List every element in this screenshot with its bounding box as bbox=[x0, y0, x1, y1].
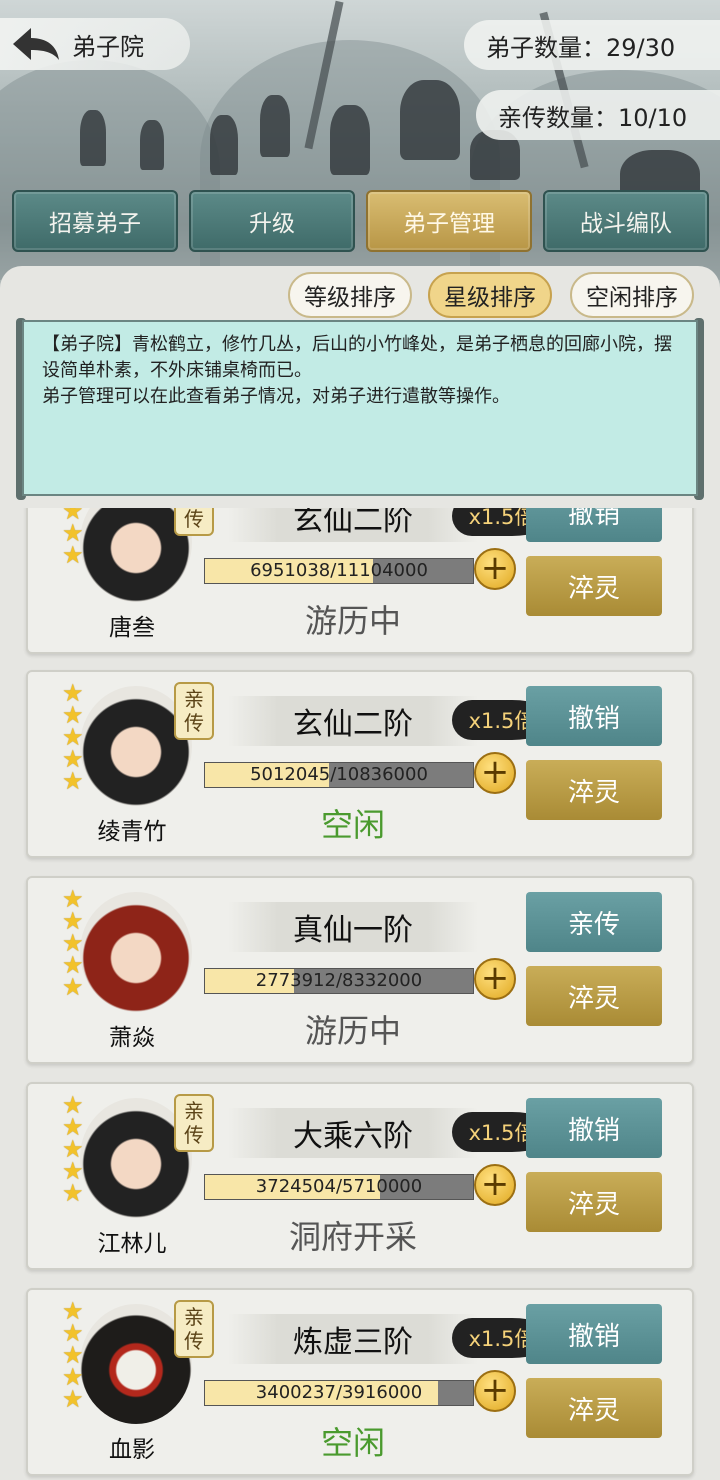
star-rating: ★★★★ bbox=[62, 508, 84, 569]
cultivation-rank: 玄仙二阶 bbox=[228, 696, 478, 746]
exp-bar: 5012045/10836000 bbox=[204, 762, 474, 788]
disciple-status: 洞府开采 bbox=[288, 1218, 417, 1256]
star-rating: ★ ★ ★ ★ ★ bbox=[62, 1091, 84, 1207]
direct-disciple-badge: 亲传 bbox=[174, 508, 214, 536]
top-bar: 弟子院 bbox=[0, 18, 190, 70]
tab-recruit[interactable]: 招募弟子 bbox=[12, 190, 178, 252]
exp-bar: 3724504/5710000 bbox=[204, 1174, 474, 1200]
sort-by-star-button[interactable]: 星级排序 bbox=[428, 272, 552, 318]
disciple-card[interactable]: ★ ★ ★ ★ ★ 亲传 绫青竹 玄仙二阶 x1.5倍 5012045/10836000… bbox=[26, 670, 694, 858]
description-text-2: 弟子管理可以在此查看弟子情况，对弟子进行遣散等操作。 bbox=[42, 386, 510, 407]
back-arrow-icon[interactable] bbox=[8, 24, 64, 64]
add-exp-icon[interactable]: + bbox=[474, 1164, 516, 1206]
tab-disciple-management[interactable]: 弟子管理 bbox=[366, 190, 532, 252]
revoke-button[interactable]: 撤销 bbox=[526, 686, 662, 746]
disciple-name: 江林儿 bbox=[97, 1231, 167, 1257]
temper-spirit-button[interactable]: 淬灵 bbox=[526, 556, 662, 616]
temper-spirit-button[interactable]: 淬灵 bbox=[526, 1378, 662, 1438]
exp-text: 3400237/3916000 bbox=[255, 1382, 423, 1403]
page-title: 弟子院 bbox=[72, 32, 144, 61]
disciple-name: 血影 bbox=[109, 1437, 155, 1463]
add-exp-icon[interactable]: + bbox=[474, 1370, 516, 1412]
cultivation-rank: 大乘六阶 bbox=[228, 1108, 478, 1158]
revoke-button[interactable]: 撤销 bbox=[526, 1098, 662, 1158]
direct-disciple-badge: 亲传 bbox=[174, 682, 214, 740]
disciple-card[interactable]: ★ ★ ★ ★ ★ 亲传 血影 炼虚三阶 x1.5倍 3400237/3916000 +… bbox=[26, 1288, 694, 1476]
cultivation-rank: 炼虚三阶 bbox=[228, 1314, 478, 1364]
add-exp-icon[interactable]: + bbox=[474, 958, 516, 1000]
description-text: 【弟子院】青松鹤立，修竹几丛，后山的小竹峰处，是弟子栖息的回廊小院，摆设简单朴素… bbox=[42, 334, 672, 381]
cultivation-rank: 玄仙二阶 bbox=[228, 508, 478, 542]
temper-spirit-button[interactable]: 淬灵 bbox=[526, 1172, 662, 1232]
exp-text: 6951038/11104000 bbox=[250, 560, 428, 581]
direct-disciple-count: 亲传数量：10/10 bbox=[476, 90, 720, 140]
disciple-name: 绫青竹 bbox=[97, 819, 167, 845]
exp-text: 2773912/8332000 bbox=[255, 970, 423, 991]
exp-text: 5012045/10836000 bbox=[250, 764, 428, 785]
cultivation-rank: 真仙一阶 bbox=[228, 902, 478, 952]
disciple-name: 萧焱 bbox=[109, 1025, 155, 1051]
sort-by-level-button[interactable]: 等级排序 bbox=[288, 272, 412, 318]
disciple-name: 唐叁 bbox=[109, 615, 155, 641]
exp-bar: 2773912/8332000 bbox=[204, 968, 474, 994]
add-exp-icon[interactable]: + bbox=[474, 752, 516, 794]
disciple-card[interactable]: ★ ★ ★ ★ ★ 萧焱 真仙一阶 2773912/8332000 + 游历中 亲传 淬… bbox=[26, 876, 694, 1064]
star-rating: ★ ★ ★ ★ ★ bbox=[62, 1297, 84, 1413]
exp-bar: 6951038/11104000 bbox=[204, 558, 474, 584]
revoke-button[interactable]: 撤销 bbox=[526, 508, 662, 542]
revoke-button[interactable]: 撤销 bbox=[526, 1304, 662, 1364]
disciple-card[interactable]: ★★★★ 亲传 唐叁 玄仙二阶 x1.5倍 6951038/11104000 +… bbox=[26, 508, 694, 654]
direct-disciple-badge: 亲传 bbox=[174, 1094, 214, 1152]
disciple-count: 弟子数量：29/30 bbox=[464, 20, 720, 70]
disciple-status: 空闲 bbox=[320, 806, 385, 844]
star-rating: ★ ★ ★ ★ ★ bbox=[62, 679, 84, 795]
direct-disciple-badge: 亲传 bbox=[174, 1300, 214, 1358]
disciple-list[interactable]: ★★★★ 亲传 唐叁 玄仙二阶 x1.5倍 6951038/11104000 +… bbox=[0, 508, 720, 1480]
description-box: 【弟子院】青松鹤立，修竹几丛，后山的小竹峰处，是弟子栖息的回廊小院，摆设简单朴素… bbox=[22, 320, 698, 496]
tab-upgrade[interactable]: 升级 bbox=[189, 190, 355, 252]
disciple-portrait bbox=[80, 892, 192, 1012]
disciple-status: 游历中 bbox=[304, 1012, 401, 1050]
add-exp-icon[interactable]: + bbox=[474, 548, 516, 590]
disciple-status: 游历中 bbox=[304, 602, 401, 640]
make-direct-disciple-button[interactable]: 亲传 bbox=[526, 892, 662, 952]
temper-spirit-button[interactable]: 淬灵 bbox=[526, 760, 662, 820]
star-rating: ★ ★ ★ ★ ★ bbox=[62, 885, 84, 1001]
sort-by-idle-button[interactable]: 空闲排序 bbox=[570, 272, 694, 318]
exp-text: 3724504/5710000 bbox=[255, 1176, 423, 1197]
disciple-status: 空闲 bbox=[320, 1424, 385, 1462]
disciple-card[interactable]: ★ ★ ★ ★ ★ 亲传 江林儿 大乘六阶 x1.5倍 3724504/5710000 … bbox=[26, 1082, 694, 1270]
temper-spirit-button[interactable]: 淬灵 bbox=[526, 966, 662, 1026]
tab-battle-formation[interactable]: 战斗编队 bbox=[543, 190, 709, 252]
exp-bar: 3400237/3916000 bbox=[204, 1380, 474, 1406]
